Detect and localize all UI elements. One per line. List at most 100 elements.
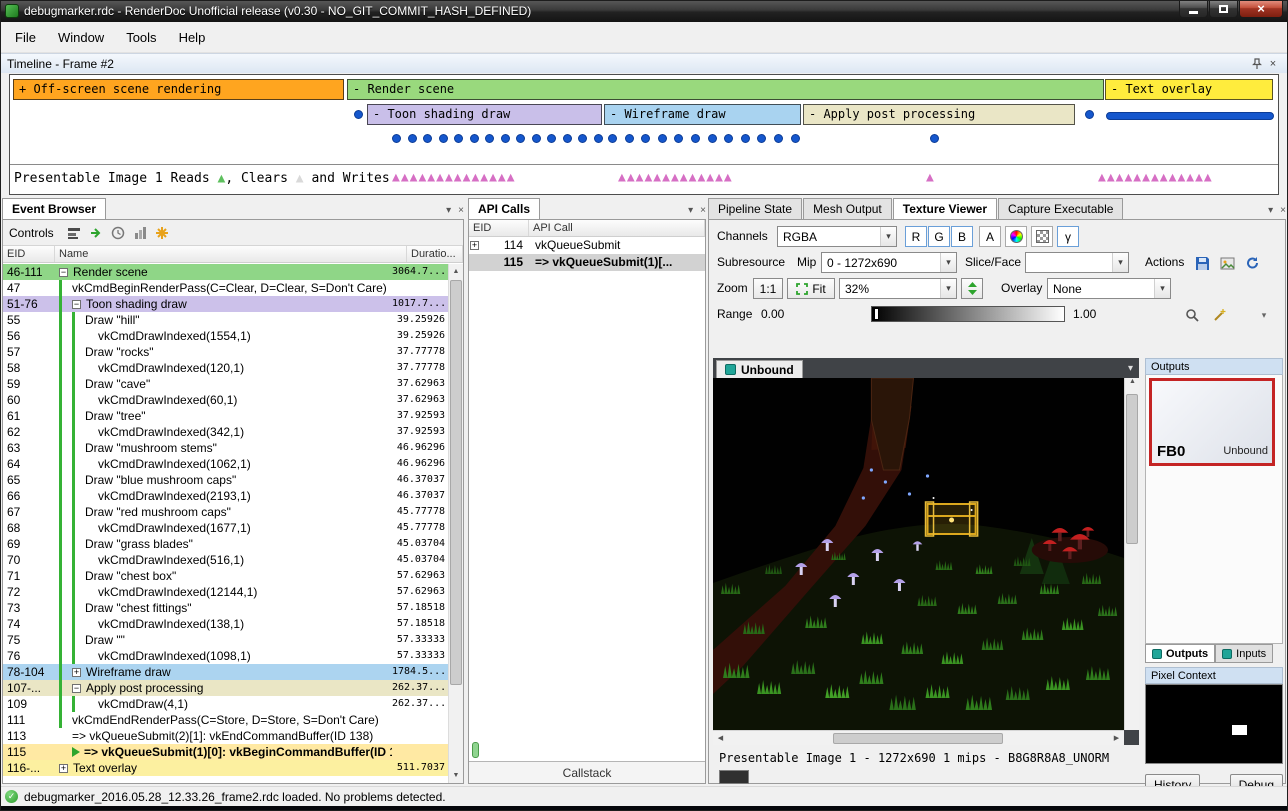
timeline-draw-dot[interactable]: [454, 134, 463, 143]
callstack-section[interactable]: Callstack: [469, 761, 705, 783]
red-channel-button[interactable]: R: [905, 226, 927, 247]
menu-file[interactable]: File: [4, 26, 47, 49]
timeline-draw-dot[interactable]: [594, 134, 603, 143]
minimize-button[interactable]: [1179, 0, 1208, 18]
zoom-fit-button[interactable]: Fit: [787, 278, 835, 299]
timeline-canvas[interactable]: Presentable Image 1 Reads ▲, Clears ▲ an…: [9, 74, 1279, 195]
zoom-range-icon[interactable]: [1183, 306, 1201, 324]
event-row[interactable]: 111vkCmdEndRenderPass(C=Store, D=Store, …: [3, 712, 448, 728]
slice-face-dropdown[interactable]: ▾: [1025, 252, 1129, 273]
tab-pipeline-state[interactable]: Pipeline State: [708, 198, 802, 219]
event-row[interactable]: 109vkCmdDraw(4,1)262.37...: [3, 696, 448, 712]
timeline-draw-dot[interactable]: [741, 134, 750, 143]
timeline-draw-dot[interactable]: [516, 134, 525, 143]
event-row[interactable]: 76vkCmdDrawIndexed(1098,1)57.33333: [3, 648, 448, 664]
blue-channel-button[interactable]: B: [951, 226, 973, 247]
scroll-left-icon[interactable]: ◀: [713, 734, 728, 742]
pin-icon[interactable]: [1249, 57, 1265, 71]
range-thumb[interactable]: [874, 308, 879, 320]
event-row[interactable]: 63Draw "mushroom stems"46.96296: [3, 440, 448, 456]
event-row[interactable]: 74vkCmdDrawIndexed(138,1)57.18518: [3, 616, 448, 632]
timeline-draw-dot[interactable]: [691, 134, 700, 143]
scroll-thumb[interactable]: [833, 733, 1003, 744]
event-row[interactable]: 55Draw "hill"39.25926: [3, 312, 448, 328]
timeline-draw-dot[interactable]: [674, 134, 683, 143]
pixel-context-view[interactable]: [1145, 684, 1283, 764]
event-row[interactable]: 60vkCmdDrawIndexed(60,1)37.62963: [3, 392, 448, 408]
panel-menu-icon[interactable]: ▾: [1268, 205, 1273, 216]
timeline-draw-dot[interactable]: [608, 134, 617, 143]
scroll-up-icon[interactable]: ▲: [1125, 378, 1140, 385]
checkerboard-button[interactable]: [1031, 226, 1053, 247]
timeline-close-icon[interactable]: ×: [1265, 57, 1281, 71]
event-row[interactable]: 115=> vkQueueSubmit(1)[0]: vkBeginComman…: [3, 744, 448, 760]
expand-icon[interactable]: +: [72, 668, 81, 677]
open-image-icon[interactable]: [1218, 254, 1236, 272]
flip-y-button[interactable]: [961, 278, 983, 299]
timeline-marker[interactable]: - Render scene: [347, 79, 1104, 100]
timeline-draw-dot[interactable]: [423, 134, 432, 143]
expand-icon[interactable]: +: [470, 241, 479, 250]
timeline-draw-dot[interactable]: [625, 134, 634, 143]
save-icon[interactable]: [1193, 254, 1211, 272]
timeline-marker[interactable]: - Text overlay: [1105, 79, 1273, 100]
range-max-value[interactable]: 1.00: [1073, 307, 1096, 321]
mip-dropdown[interactable]: 0 - 1272x690 ▾: [821, 252, 957, 273]
panel-menu-icon[interactable]: ▾: [688, 205, 693, 216]
splitter-handle[interactable]: [472, 742, 479, 758]
collapse-icon[interactable]: −: [59, 268, 68, 277]
panel-close-icon[interactable]: ×: [458, 205, 464, 216]
timeline-draw-dot[interactable]: [532, 134, 541, 143]
fb0-thumbnail[interactable]: FB0 Unbound: [1149, 378, 1275, 466]
preview-tab-list-icon[interactable]: ▾: [1128, 363, 1139, 378]
overlay-dropdown[interactable]: None ▾: [1047, 278, 1171, 299]
timeline-marker[interactable]: + Off-screen scene rendering: [13, 79, 344, 100]
timeline-draw-dot[interactable]: [774, 134, 783, 143]
event-row[interactable]: 70vkCmdDrawIndexed(516,1)45.03704: [3, 552, 448, 568]
goto-eid-icon[interactable]: [86, 224, 106, 242]
timeline-draw-dot[interactable]: [724, 134, 733, 143]
event-row[interactable]: 51-76−Toon shading draw1017.7...: [3, 296, 448, 312]
tab-texture-viewer[interactable]: Texture Viewer: [893, 198, 997, 219]
find-event-icon[interactable]: [64, 224, 84, 242]
event-row[interactable]: 59Draw "cave"37.62963: [3, 376, 448, 392]
panel-close-icon[interactable]: ×: [1280, 205, 1286, 216]
panel-close-icon[interactable]: ×: [700, 205, 706, 216]
tab-event-browser[interactable]: Event Browser: [2, 198, 106, 219]
event-row[interactable]: 58vkCmdDrawIndexed(120,1)37.77778: [3, 360, 448, 376]
timeline-marker-bar[interactable]: [1106, 112, 1274, 120]
scroll-right-icon[interactable]: ▶: [1109, 734, 1124, 742]
color-wheel-button[interactable]: [1005, 226, 1027, 247]
timeline-draw-dot[interactable]: [470, 134, 479, 143]
gamma-button[interactable]: γ: [1057, 226, 1079, 247]
durations-icon[interactable]: [130, 224, 150, 242]
zoom-1to1-button[interactable]: 1:1: [753, 278, 783, 299]
menu-tools[interactable]: Tools: [115, 26, 167, 49]
event-row[interactable]: 78-104+Wireframe draw1784.5...: [3, 664, 448, 680]
texture-vertical-scrollbar[interactable]: ▲: [1124, 378, 1139, 730]
overflow-icon[interactable]: ▾: [1255, 306, 1273, 324]
timeline-draw-dot[interactable]: [485, 134, 494, 143]
channels-dropdown[interactable]: RGBA ▾: [777, 226, 897, 247]
timeline-draw-dot[interactable]: [392, 134, 401, 143]
api-columns-header[interactable]: EID API Call: [469, 220, 705, 237]
timeline-draw-dot[interactable]: [578, 134, 587, 143]
tab-capture-executable[interactable]: Capture Executable: [998, 198, 1123, 219]
timeline-marker[interactable]: - Toon shading draw: [367, 104, 602, 125]
tab-outputs[interactable]: Outputs: [1145, 644, 1215, 663]
event-row[interactable]: 69Draw "grass blades"45.03704: [3, 536, 448, 552]
timeline-draw-dot[interactable]: [930, 134, 939, 143]
timeline-header[interactable]: Timeline - Frame #2 ×: [1, 53, 1287, 73]
event-row[interactable]: 57Draw "rocks"37.77778: [3, 344, 448, 360]
green-channel-button[interactable]: G: [928, 226, 950, 247]
zoom-dropdown[interactable]: 32% ▾: [839, 278, 957, 299]
scroll-up-icon[interactable]: ▲: [449, 264, 463, 279]
event-row[interactable]: 46-111−Render scene3064.7...: [3, 264, 448, 280]
scroll-thumb[interactable]: [450, 280, 462, 685]
tab-inputs[interactable]: Inputs: [1215, 644, 1273, 663]
timeline-draw-dot[interactable]: [547, 134, 556, 143]
collapse-icon[interactable]: −: [72, 684, 81, 693]
timeline-draw-dot[interactable]: [757, 134, 766, 143]
timeline-draw-dot[interactable]: [791, 134, 800, 143]
menu-help[interactable]: Help: [168, 26, 217, 49]
